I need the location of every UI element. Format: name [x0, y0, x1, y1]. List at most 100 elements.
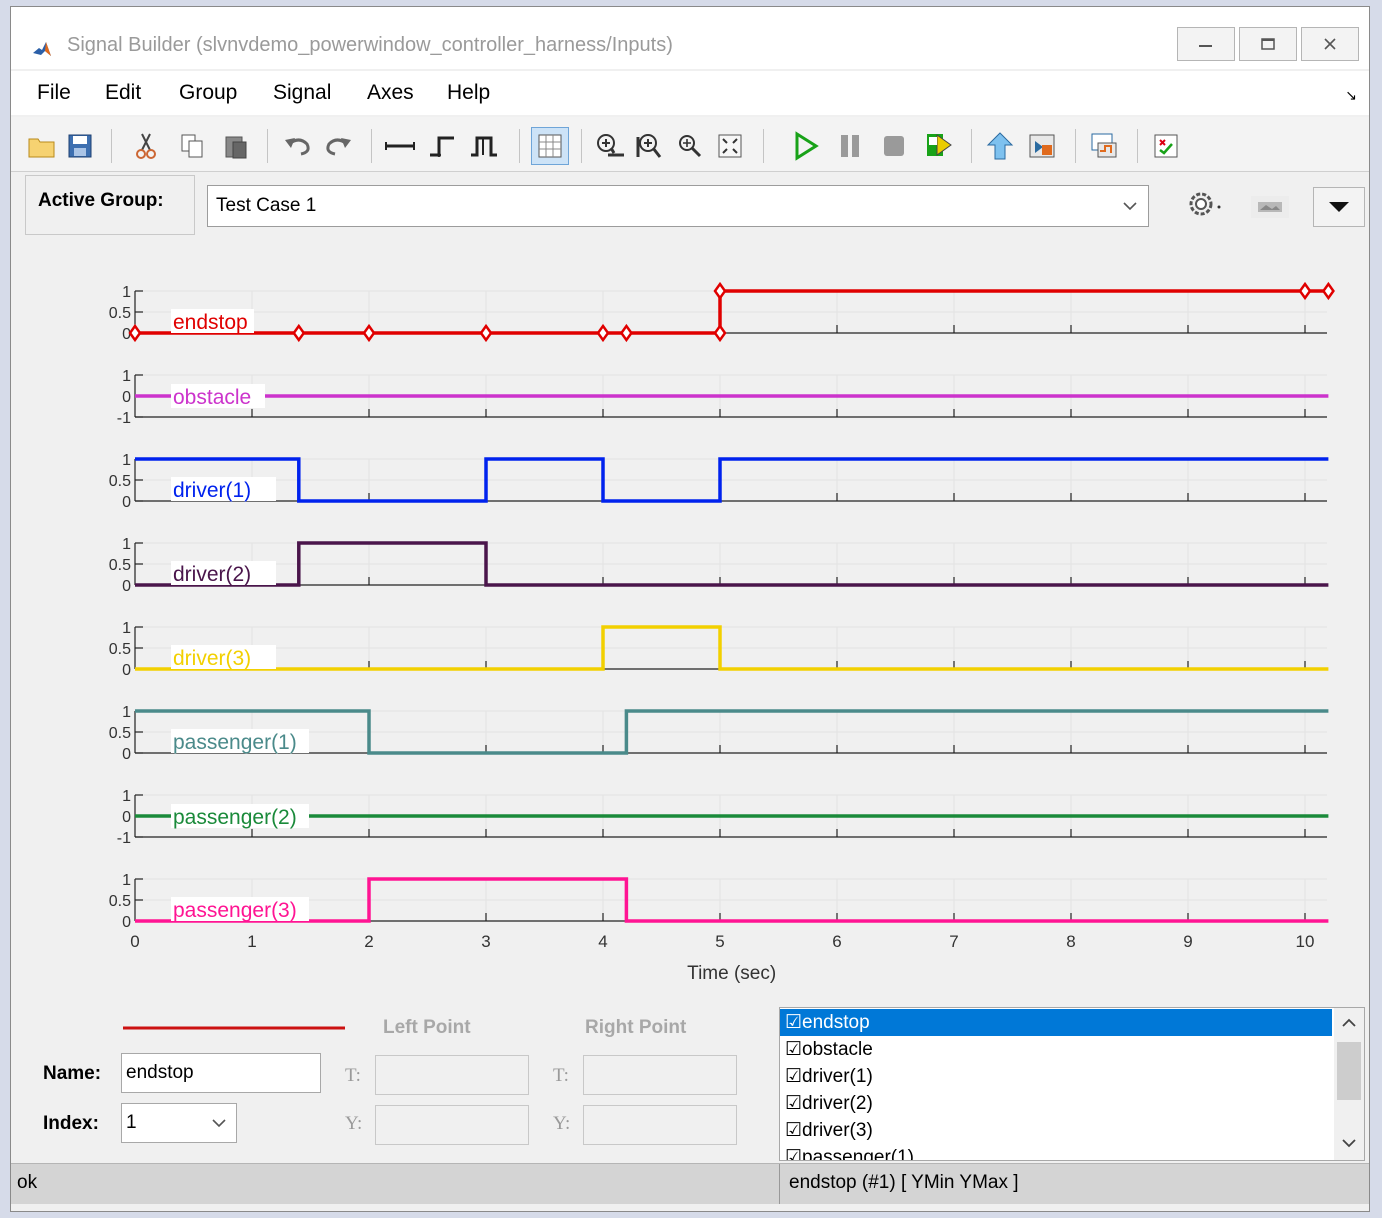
coverage-icon: [1154, 134, 1178, 158]
signal-name-field[interactable]: endstop: [121, 1053, 321, 1093]
cut-button[interactable]: [129, 129, 163, 163]
x-tick-label: 6: [832, 932, 841, 951]
signal-point-marker[interactable]: [619, 323, 633, 343]
signal-name-label[interactable]: passenger(1): [173, 731, 297, 754]
menu-file[interactable]: File: [37, 81, 71, 105]
left-point-y-field[interactable]: [375, 1105, 529, 1145]
signal-name-label[interactable]: passenger(2): [173, 806, 297, 829]
undo-icon: [285, 138, 310, 156]
dock-arrow-icon[interactable]: ↘: [1345, 87, 1357, 104]
signal-index-select[interactable]: 1: [121, 1103, 237, 1143]
show-model-button[interactable]: [983, 129, 1017, 163]
signal-list-item[interactable]: ☑driver(2): [780, 1090, 1332, 1117]
minimize-icon: [1199, 45, 1212, 47]
fit-to-view-button[interactable]: [713, 129, 747, 163]
signal-point-marker[interactable]: [713, 281, 727, 301]
signal-point-marker[interactable]: [1298, 281, 1312, 301]
right-t-label: T:: [553, 1065, 569, 1086]
signal-name-label[interactable]: obstacle: [173, 386, 251, 409]
signal-index-value: 1: [126, 1112, 137, 1133]
right-point-y-field[interactable]: [583, 1105, 737, 1145]
group-image-button[interactable]: [1243, 187, 1297, 227]
x-axis-title: Time (sec): [687, 963, 776, 984]
name-label: Name:: [43, 1063, 102, 1084]
menu-axes[interactable]: Axes: [367, 81, 414, 105]
signal-name-label[interactable]: passenger(3): [173, 899, 297, 922]
signal-name-label[interactable]: driver(3): [173, 647, 251, 670]
save-button[interactable]: [63, 129, 97, 163]
signal-list[interactable]: ☑endstop ☑obstacle ☑driver(1) ☑driver(2)…: [779, 1007, 1365, 1161]
step-signal-button[interactable]: [425, 129, 459, 163]
open-folder-button[interactable]: [25, 129, 59, 163]
requirements-icon: [1091, 133, 1117, 158]
save-icon: [68, 134, 92, 158]
signal-point-marker[interactable]: [479, 323, 493, 343]
active-group-select[interactable]: Test Case 1: [207, 185, 1149, 227]
x-tick-label: 10: [1296, 932, 1315, 951]
up-arrow-icon: [986, 132, 1014, 160]
paste-button[interactable]: [219, 129, 253, 163]
constant-signal-button[interactable]: [383, 129, 417, 163]
signal-name-label[interactable]: endstop: [173, 311, 248, 334]
chevron-down-icon: [202, 1104, 236, 1142]
menu-help[interactable]: Help: [447, 81, 490, 105]
menu-edit[interactable]: Edit: [105, 81, 141, 105]
x-tick-label: 5: [715, 932, 724, 951]
signal-point-marker[interactable]: [596, 323, 610, 343]
group-options-button[interactable]: [1179, 183, 1235, 225]
x-tick-label: 9: [1183, 932, 1192, 951]
run-button[interactable]: [789, 129, 823, 163]
signal-point-marker[interactable]: [362, 323, 376, 343]
left-t-label: T:: [345, 1065, 361, 1086]
grid-toggle-button[interactable]: [531, 127, 569, 165]
zoom-x-button[interactable]: [593, 129, 627, 163]
scroll-down-icon[interactable]: [1342, 1138, 1356, 1148]
left-point-t-field[interactable]: [375, 1055, 529, 1095]
grid-icon: [538, 134, 562, 158]
group-dropdown-button[interactable]: [1313, 187, 1365, 227]
signal-plot-area[interactable]: 10.50endstop10-1obstacle10.50driver(1)10…: [25, 241, 1367, 1001]
scissors-icon: [136, 133, 156, 159]
copy-button[interactable]: [175, 129, 209, 163]
signal-list-item[interactable]: ☑endstop: [780, 1009, 1332, 1036]
signal-point-marker[interactable]: [713, 323, 727, 343]
signal-list-item[interactable]: ☑driver(3): [780, 1117, 1332, 1144]
minimize-button[interactable]: [1177, 27, 1235, 61]
redo-button[interactable]: [321, 129, 355, 163]
zoom-in-button[interactable]: [673, 129, 707, 163]
active-group-label: Active Group:: [25, 175, 195, 235]
maximize-button[interactable]: [1239, 27, 1297, 61]
signal-name-label[interactable]: driver(1): [173, 479, 251, 502]
close-button[interactable]: [1301, 27, 1359, 61]
stop-icon: [884, 136, 904, 156]
list-scrollbar[interactable]: [1334, 1008, 1364, 1160]
coverage-button[interactable]: [1149, 129, 1183, 163]
zoom-y-button[interactable]: [633, 129, 667, 163]
signal-list-item[interactable]: ☑obstacle: [780, 1036, 1332, 1063]
status-message: ok: [17, 1172, 38, 1193]
signal-point-marker[interactable]: [128, 323, 142, 343]
menu-signal[interactable]: Signal: [273, 81, 331, 105]
scroll-thumb[interactable]: [1337, 1042, 1361, 1100]
right-point-t-field[interactable]: [583, 1055, 737, 1095]
menu-group[interactable]: Group: [179, 81, 237, 105]
stop-button[interactable]: [877, 129, 911, 163]
signal-name-label[interactable]: driver(2): [173, 563, 251, 586]
chevron-down-icon: [1112, 186, 1148, 226]
signal-point-marker[interactable]: [1321, 281, 1335, 301]
scroll-up-icon[interactable]: [1342, 1018, 1356, 1028]
undo-button[interactable]: [281, 129, 315, 163]
signal-list-item[interactable]: ☑driver(1): [780, 1063, 1332, 1090]
run-all-button[interactable]: [921, 129, 955, 163]
redo-icon: [326, 138, 351, 156]
pulse-icon: [471, 136, 497, 157]
pause-icon: [841, 135, 859, 157]
pulse-signal-button[interactable]: [467, 129, 501, 163]
matlab-logo-icon: [31, 39, 53, 61]
verification-button[interactable]: [1025, 129, 1059, 163]
signal-list-item[interactable]: ☑passenger(1): [780, 1144, 1332, 1160]
status-signal-info: endstop (#1) [ YMin YMax ]: [789, 1172, 1019, 1193]
requirements-button[interactable]: [1087, 129, 1121, 163]
signal-point-marker[interactable]: [292, 323, 306, 343]
pause-button[interactable]: [833, 129, 867, 163]
